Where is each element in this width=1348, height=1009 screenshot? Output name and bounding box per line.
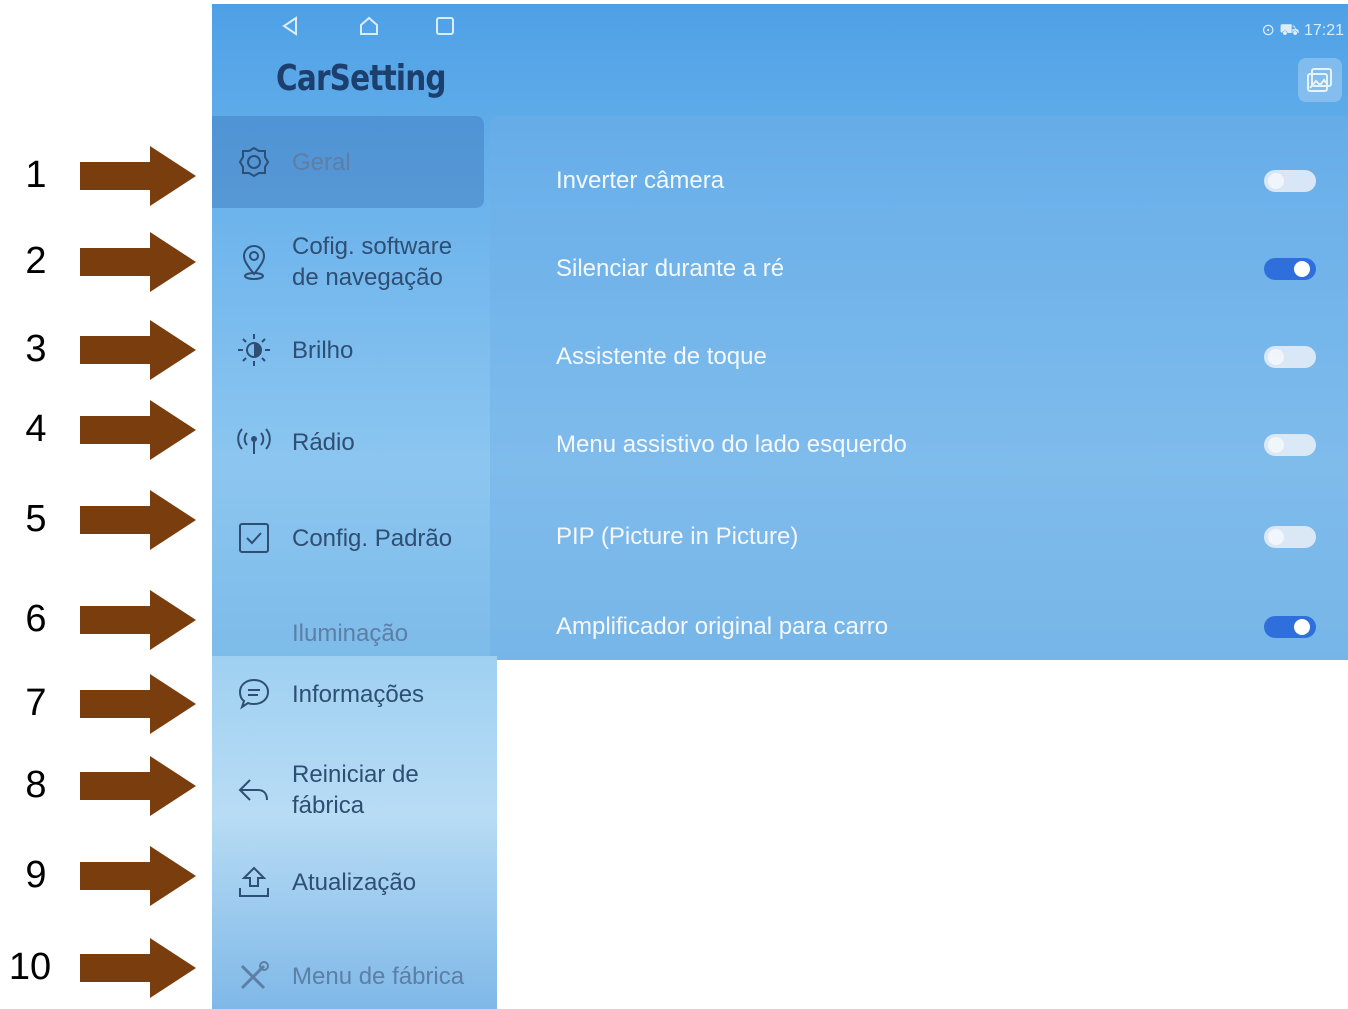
setting-label: Amplificador original para carro xyxy=(556,613,889,640)
annotation-number: 7 xyxy=(25,682,47,724)
setting-row-silenciar-re: Silenciar durante a ré xyxy=(556,244,1316,294)
setting-label: Menu assistivo do lado esquerdo xyxy=(556,431,907,458)
car-screen-bottom: Informações Reiniciar de fábrica Atualiz… xyxy=(212,656,497,1009)
sidebar-item-navigation-software[interactable]: Cofig. software de navegação xyxy=(212,224,484,300)
setting-row-pip: PIP (Picture in Picture) xyxy=(556,512,1316,562)
annotation-number: 6 xyxy=(25,598,47,640)
annotation-number: 9 xyxy=(25,854,47,896)
status-indicators: ⊙ ⛟ 17:21 xyxy=(1262,20,1345,41)
brightness-icon xyxy=(238,334,270,366)
location-icon: ⊙ xyxy=(1261,22,1275,39)
sidebar-item-label: Menu de fábrica xyxy=(292,962,465,990)
sidebar-item-label-line1: Reiniciar de xyxy=(292,761,419,788)
annotation-number: 8 xyxy=(25,764,47,806)
sidebar-item-informacoes[interactable]: Informações xyxy=(212,666,484,722)
sidebar-item-reiniciar-fabrica[interactable]: Reiniciar de fábrica xyxy=(212,750,484,830)
reset-arrow-icon xyxy=(238,779,268,801)
annotation-9: 9 xyxy=(0,846,210,906)
sidebar-item-label: Geral xyxy=(292,148,351,176)
annotation-6: 6 xyxy=(0,590,210,650)
car-icon: ⛟ xyxy=(1279,22,1300,39)
setting-row-assistente-toque: Assistente de toque xyxy=(556,332,1316,382)
image-gallery-icon xyxy=(1307,68,1332,92)
arrow-icon xyxy=(80,756,196,816)
annotation-4: 4 xyxy=(0,400,210,460)
annotation-3: 3 xyxy=(0,320,210,380)
arrow-icon xyxy=(80,146,196,206)
sidebar-item-label-line2: fábrica xyxy=(292,792,365,819)
annotation-number: 4 xyxy=(25,408,47,450)
setting-label: Assistente de toque xyxy=(556,343,767,370)
annotation-10: 10 xyxy=(0,938,210,998)
sidebar-item-atualizacao[interactable]: Atualização xyxy=(212,854,484,910)
setting-label: Inverter câmera xyxy=(556,167,725,194)
sidebar-item-radio[interactable]: Rádio xyxy=(212,414,484,470)
setting-label: PIP (Picture in Picture) xyxy=(556,523,799,550)
toggle-switch[interactable] xyxy=(1264,616,1316,638)
radio-antenna-icon xyxy=(237,428,271,454)
setting-label: Silenciar durante a ré xyxy=(556,255,785,282)
annotation-2: 2 xyxy=(0,232,210,292)
arrow-icon xyxy=(80,674,196,734)
sidebar-item-brilho[interactable]: Brilho xyxy=(212,322,484,378)
toggle-switch[interactable] xyxy=(1264,526,1316,548)
toggle-switch[interactable] xyxy=(1264,170,1316,192)
annotation-number: 1 xyxy=(25,154,47,196)
status-bar: ⊙ ⛟ 17:21 xyxy=(212,4,1348,52)
annotation-5: 5 xyxy=(0,490,210,550)
sidebar-item-label: Iluminação xyxy=(292,619,409,647)
gear-icon xyxy=(238,146,270,178)
toggle-switch[interactable] xyxy=(1264,346,1316,368)
setting-row-inverter-camera: Inverter câmera xyxy=(556,156,1316,206)
annotation-8: 8 xyxy=(0,756,210,816)
sidebar-item-config-padrao[interactable]: Config. Padrão xyxy=(212,510,484,566)
chat-bubble-icon xyxy=(238,678,270,710)
toggle-switch[interactable] xyxy=(1264,258,1316,280)
sidebar-item-label: Atualização xyxy=(292,868,417,896)
arrow-icon xyxy=(80,938,196,998)
arrow-icon xyxy=(80,400,196,460)
tools-icon xyxy=(240,961,269,990)
annotation-number: 2 xyxy=(25,240,47,282)
sidebar-item-label: Rádio xyxy=(292,428,355,456)
annotation-number: 10 xyxy=(8,946,52,988)
back-icon[interactable] xyxy=(280,14,300,38)
arrow-icon xyxy=(80,320,196,380)
annotation-1: 1 xyxy=(0,146,210,206)
sidebar-icon-placeholder xyxy=(234,613,274,653)
upload-icon xyxy=(239,866,269,897)
sidebar-item-label-line1: Cofig. software xyxy=(292,233,453,260)
sidebar-item-iluminacao[interactable]: Iluminação xyxy=(212,608,484,658)
sidebar-item-label: Config. Padrão xyxy=(292,524,453,552)
sidebar-item-label: Informações xyxy=(292,680,425,708)
arrow-icon xyxy=(80,232,196,292)
sidebar-item-label-line2: de navegação xyxy=(292,264,443,291)
settings-panel: Inverter câmera Silenciar durante a ré A… xyxy=(490,116,1348,660)
sidebar-item-label: Brilho xyxy=(292,336,354,364)
toggle-switch[interactable] xyxy=(1264,434,1316,456)
arrow-icon xyxy=(80,590,196,650)
annotation-number: 5 xyxy=(25,498,47,540)
arrow-icon xyxy=(80,490,196,550)
sidebar-item-geral[interactable]: Geral xyxy=(212,116,484,208)
arrow-icon xyxy=(80,846,196,906)
sidebar-item-menu-fabrica[interactable]: Menu de fábrica xyxy=(212,948,484,1004)
car-screen-top: ⊙ ⛟ 17:21 CarSetting Geral Cofig. softwa… xyxy=(212,4,1348,660)
wallpaper-button[interactable] xyxy=(1298,58,1342,102)
setting-row-menu-assistivo: Menu assistivo do lado esquerdo xyxy=(556,420,1316,470)
location-pin-icon xyxy=(242,245,266,280)
status-time: 17:21 xyxy=(1303,22,1344,39)
recent-apps-icon[interactable] xyxy=(434,14,456,38)
annotation-number: 3 xyxy=(25,328,47,370)
home-icon[interactable] xyxy=(357,14,381,38)
annotation-7: 7 xyxy=(0,674,210,734)
app-title: CarSetting xyxy=(276,58,447,99)
checkbox-icon xyxy=(239,523,269,553)
setting-row-amplificador: Amplificador original para carro xyxy=(556,602,1316,652)
